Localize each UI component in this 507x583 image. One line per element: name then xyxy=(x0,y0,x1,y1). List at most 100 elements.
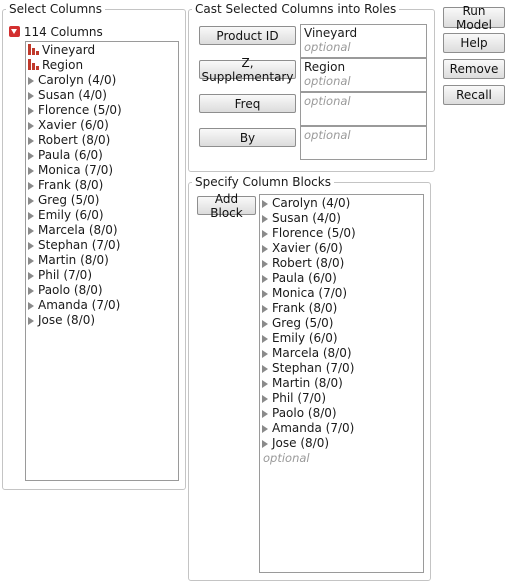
expand-triangle-icon[interactable] xyxy=(262,199,268,208)
remove-button[interactable]: Remove xyxy=(443,59,505,79)
expand-triangle-icon[interactable] xyxy=(262,244,268,253)
column-list-item[interactable]: Marcela (8/0) xyxy=(26,223,118,238)
column-list-item[interactable]: Susan (4/0) xyxy=(26,88,107,103)
column-list-item-label: Martin (8/0) xyxy=(38,253,109,267)
column-list-item[interactable]: Monica (7/0) xyxy=(26,163,113,178)
column-block-item[interactable]: Emily (6/0) xyxy=(260,331,338,346)
column-block-item[interactable]: Greg (5/0) xyxy=(260,316,333,331)
expand-triangle-icon[interactable] xyxy=(262,379,268,388)
column-list[interactable]: Vineyard Region Carolyn (4/0) Susan (4/0) Fl… xyxy=(25,41,179,481)
role-placeholder-freq: optional xyxy=(304,94,351,108)
run-model-button[interactable]: Run Model xyxy=(443,4,505,32)
expand-triangle-icon[interactable] xyxy=(28,121,34,130)
column-block-item[interactable]: Xavier (6/0) xyxy=(260,241,343,256)
column-block-item-label: Emily (6/0) xyxy=(272,331,338,345)
column-list-item[interactable]: Phil (7/0) xyxy=(26,268,92,283)
expand-triangle-icon[interactable] xyxy=(262,289,268,298)
role-button-freq[interactable]: Freq xyxy=(199,94,296,113)
expand-triangle-icon[interactable] xyxy=(262,304,268,313)
column-list-item[interactable]: Greg (5/0) xyxy=(26,193,99,208)
column-list-item-label: Amanda (7/0) xyxy=(38,298,121,312)
expand-triangle-icon[interactable] xyxy=(262,364,268,373)
column-block-item[interactable]: Florence (5/0) xyxy=(260,226,356,241)
expand-triangle-icon[interactable] xyxy=(262,394,268,403)
expand-triangle-icon[interactable] xyxy=(262,439,268,448)
column-block-item[interactable]: Frank (8/0) xyxy=(260,301,337,316)
column-list-item[interactable]: Jose (8/0) xyxy=(26,313,95,328)
column-block-item[interactable]: Stephan (7/0) xyxy=(260,361,354,376)
expand-triangle-icon[interactable] xyxy=(28,181,34,190)
column-list-item[interactable]: Region xyxy=(26,58,83,73)
expand-triangle-icon[interactable] xyxy=(28,211,34,220)
column-blocks-placeholder: optional xyxy=(263,451,310,465)
expand-triangle-icon[interactable] xyxy=(28,151,34,160)
column-block-item[interactable]: Robert (8/0) xyxy=(260,256,344,271)
expand-triangle-icon[interactable] xyxy=(262,229,268,238)
disclosure-red-icon[interactable] xyxy=(9,26,20,37)
expand-triangle-icon[interactable] xyxy=(262,274,268,283)
expand-triangle-icon[interactable] xyxy=(28,241,34,250)
expand-triangle-icon[interactable] xyxy=(28,286,34,295)
expand-triangle-icon[interactable] xyxy=(28,196,34,205)
expand-triangle-icon[interactable] xyxy=(262,319,268,328)
column-list-item[interactable]: Frank (8/0) xyxy=(26,178,103,193)
expand-triangle-icon[interactable] xyxy=(262,259,268,268)
column-count-row[interactable]: 114 Columns xyxy=(9,25,103,40)
column-block-item[interactable]: Marcela (8/0) xyxy=(260,346,352,361)
expand-triangle-icon[interactable] xyxy=(28,106,34,115)
nominal-column-icon xyxy=(28,44,39,55)
column-block-item[interactable]: Paula (6/0) xyxy=(260,271,337,286)
expand-triangle-icon[interactable] xyxy=(28,271,34,280)
column-list-item-label: Frank (8/0) xyxy=(38,178,104,192)
column-block-item[interactable]: Susan (4/0) xyxy=(260,211,341,226)
role-box-product-id[interactable]: Vineyard optional xyxy=(300,24,427,58)
column-block-item[interactable]: Jose (8/0) xyxy=(260,436,329,451)
column-list-item[interactable]: Vineyard xyxy=(26,43,95,58)
expand-triangle-icon[interactable] xyxy=(262,424,268,433)
help-button[interactable]: Help xyxy=(443,33,505,53)
column-list-item[interactable]: Robert (8/0) xyxy=(26,133,110,148)
expand-triangle-icon[interactable] xyxy=(28,91,34,100)
column-list-item[interactable]: Paula (6/0) xyxy=(26,148,103,163)
role-button-product-id[interactable]: Product ID xyxy=(199,26,296,45)
expand-triangle-icon[interactable] xyxy=(28,316,34,325)
column-block-item-label: Stephan (7/0) xyxy=(272,361,355,375)
add-block-button[interactable]: Add Block xyxy=(197,192,256,220)
nominal-column-icon xyxy=(28,59,39,70)
column-block-item-label: Phil (7/0) xyxy=(272,391,326,405)
column-blocks-list[interactable]: Carolyn (4/0) Susan (4/0) Florence (5/0) Xa… xyxy=(259,194,424,573)
column-block-item[interactable]: Monica (7/0) xyxy=(260,286,347,301)
role-button-z-supplementary[interactable]: Z, Supplementary xyxy=(199,56,296,84)
recall-button[interactable]: Recall xyxy=(443,85,505,105)
expand-triangle-icon[interactable] xyxy=(262,349,268,358)
column-block-item-label: Robert (8/0) xyxy=(272,256,345,270)
expand-triangle-icon[interactable] xyxy=(28,226,34,235)
role-box-freq[interactable]: optional xyxy=(300,92,427,126)
column-block-item[interactable]: Phil (7/0) xyxy=(260,391,326,406)
expand-triangle-icon[interactable] xyxy=(28,256,34,265)
expand-triangle-icon[interactable] xyxy=(262,409,268,418)
column-block-item[interactable]: Paolo (8/0) xyxy=(260,406,337,421)
column-list-item[interactable]: Carolyn (4/0) xyxy=(26,73,116,88)
column-list-item[interactable]: Martin (8/0) xyxy=(26,253,109,268)
column-list-item[interactable]: Amanda (7/0) xyxy=(26,298,120,313)
expand-triangle-icon[interactable] xyxy=(28,136,34,145)
column-block-item[interactable]: Carolyn (4/0) xyxy=(260,196,350,211)
expand-triangle-icon[interactable] xyxy=(28,76,34,85)
column-list-item[interactable]: Emily (6/0) xyxy=(26,208,104,223)
expand-triangle-icon[interactable] xyxy=(262,214,268,223)
column-list-item[interactable]: Florence (5/0) xyxy=(26,103,122,118)
role-box-z-supplementary[interactable]: Region optional xyxy=(300,58,427,92)
column-block-item[interactable]: Amanda (7/0) xyxy=(260,421,354,436)
role-button-by[interactable]: By xyxy=(199,128,296,147)
expand-triangle-icon[interactable] xyxy=(28,301,34,310)
column-list-item-label: Jose (8/0) xyxy=(38,313,96,327)
role-box-by[interactable]: optional xyxy=(300,126,427,160)
column-list-item[interactable]: Xavier (6/0) xyxy=(26,118,109,133)
expand-triangle-icon[interactable] xyxy=(262,334,268,343)
column-list-item[interactable]: Paolo (8/0) xyxy=(26,283,103,298)
column-block-item[interactable]: Martin (8/0) xyxy=(260,376,343,391)
select-columns-title: Select Columns xyxy=(9,2,103,16)
expand-triangle-icon[interactable] xyxy=(28,166,34,175)
column-list-item[interactable]: Stephan (7/0) xyxy=(26,238,120,253)
